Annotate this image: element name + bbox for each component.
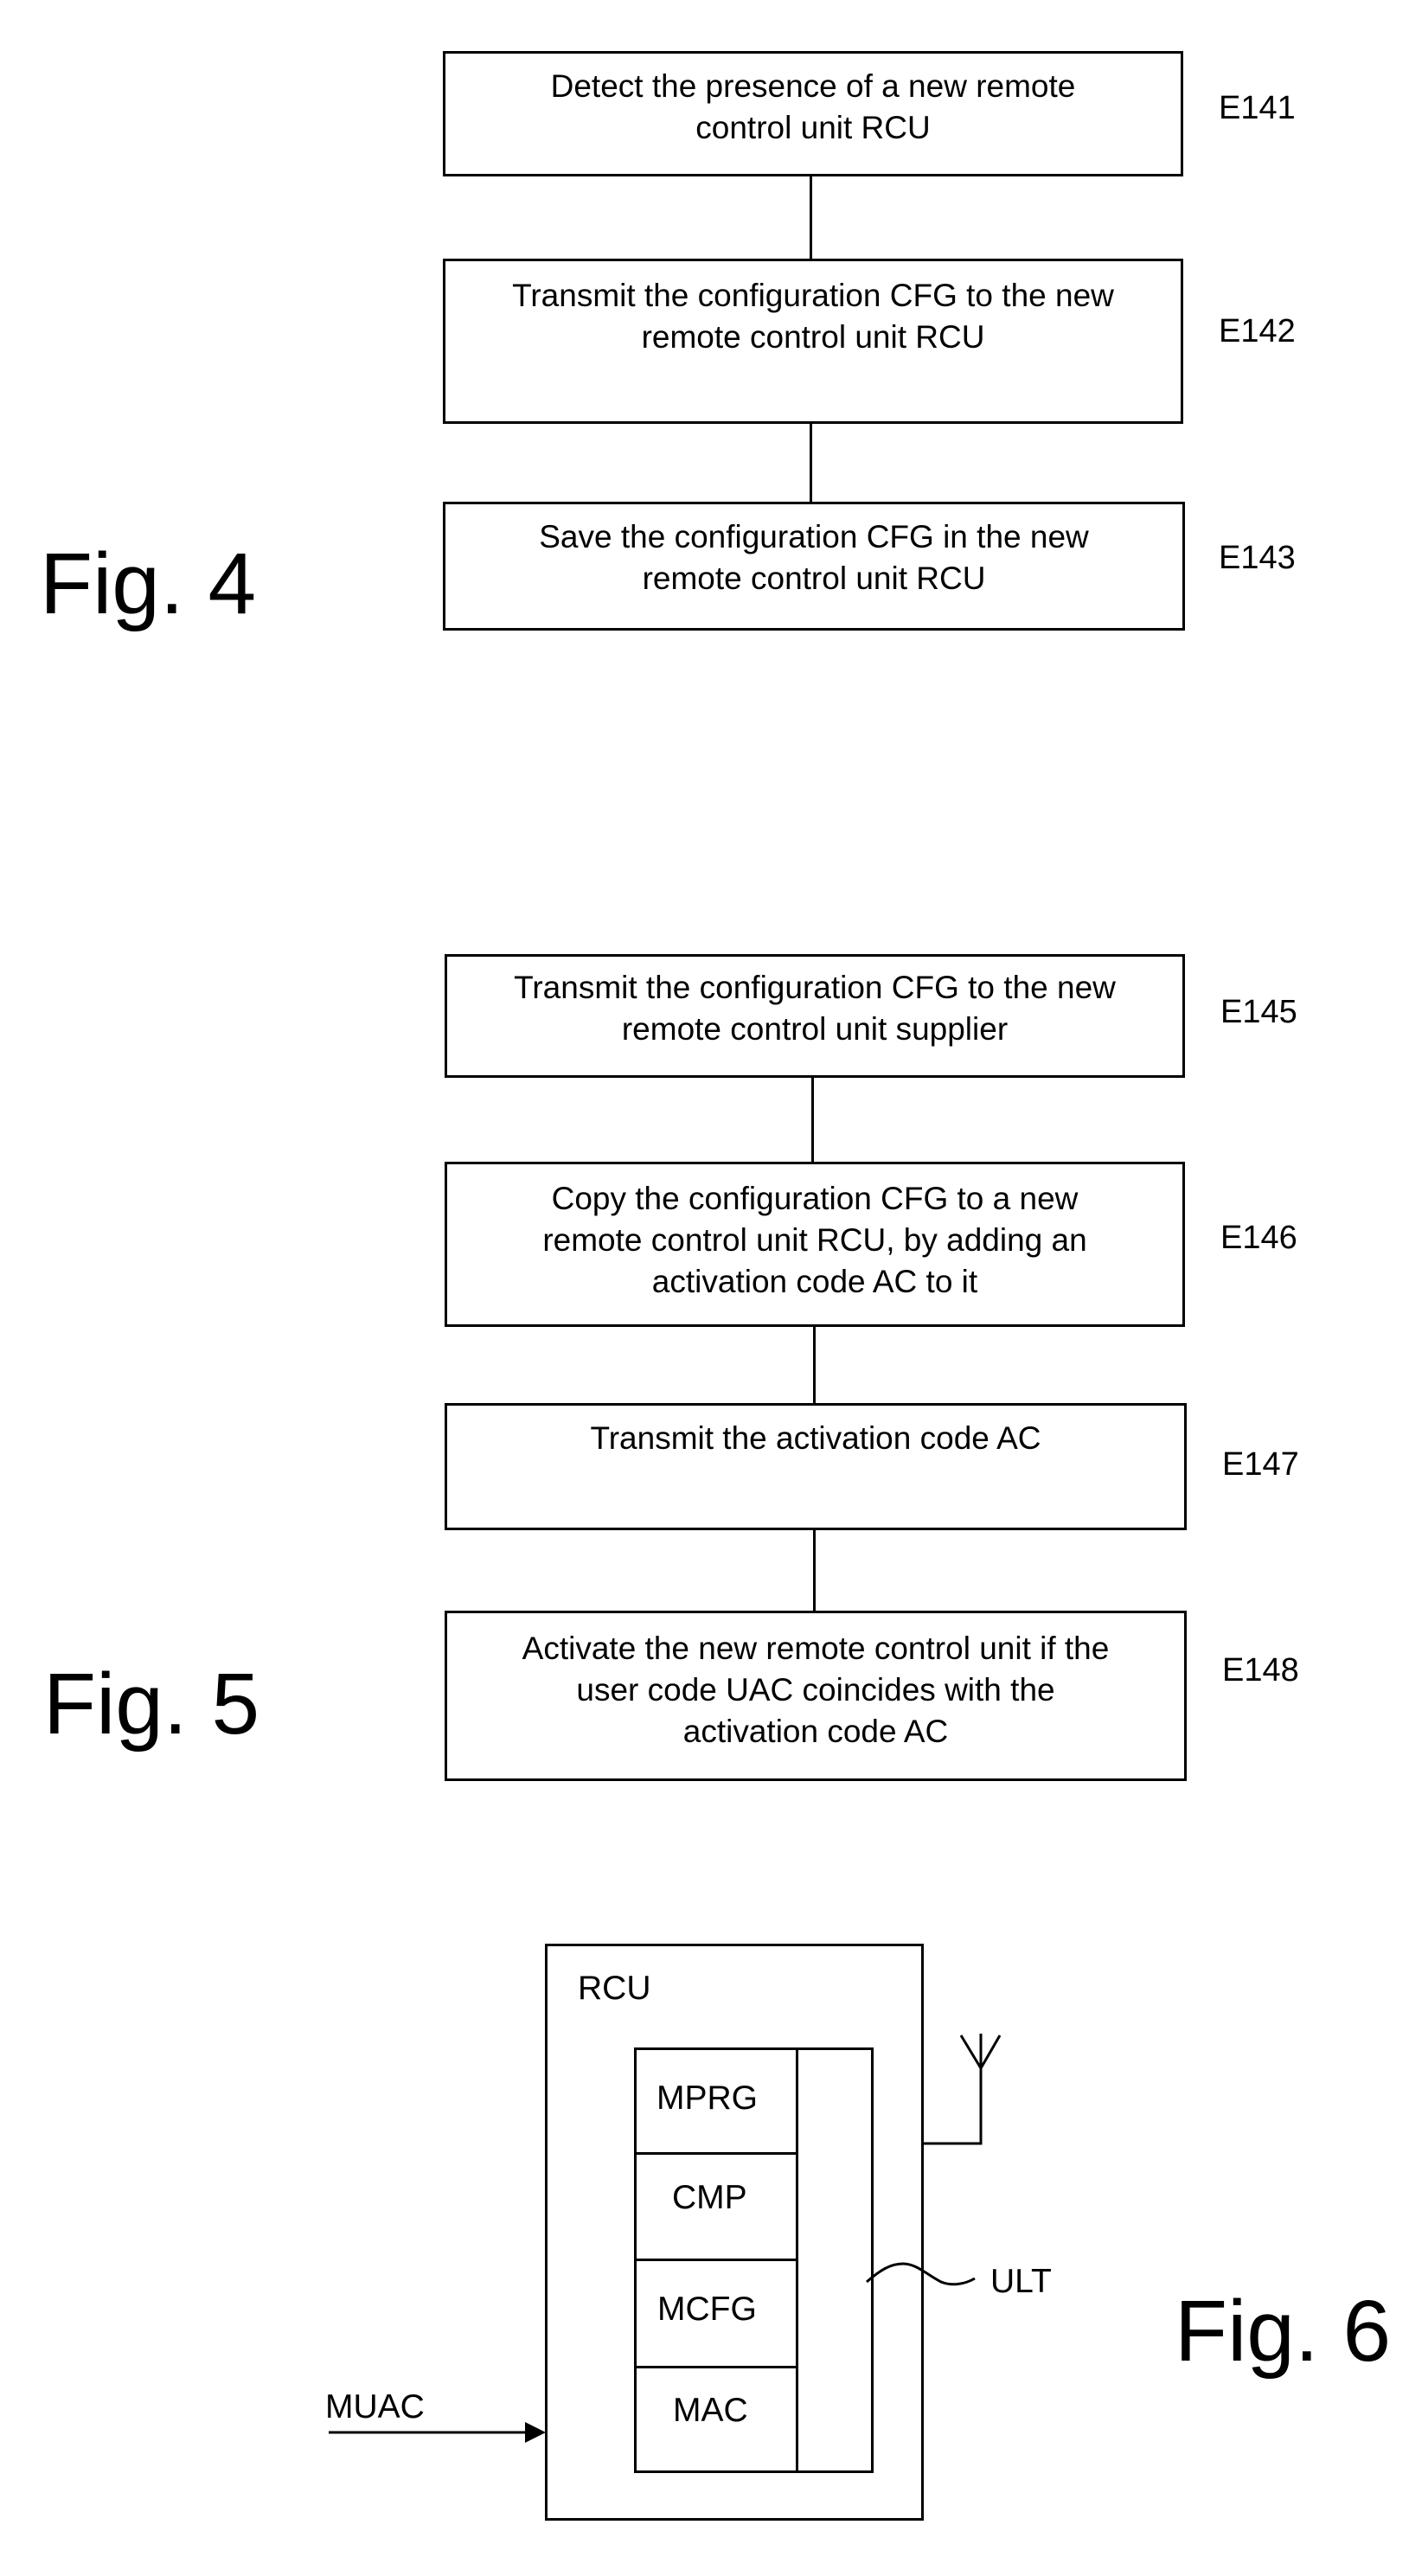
fig6-line-art <box>329 2034 1002 2443</box>
arrow-right-icon <box>329 2422 546 2443</box>
antenna-icon <box>923 2034 1002 2145</box>
ult-link-wave <box>866 2262 976 2286</box>
